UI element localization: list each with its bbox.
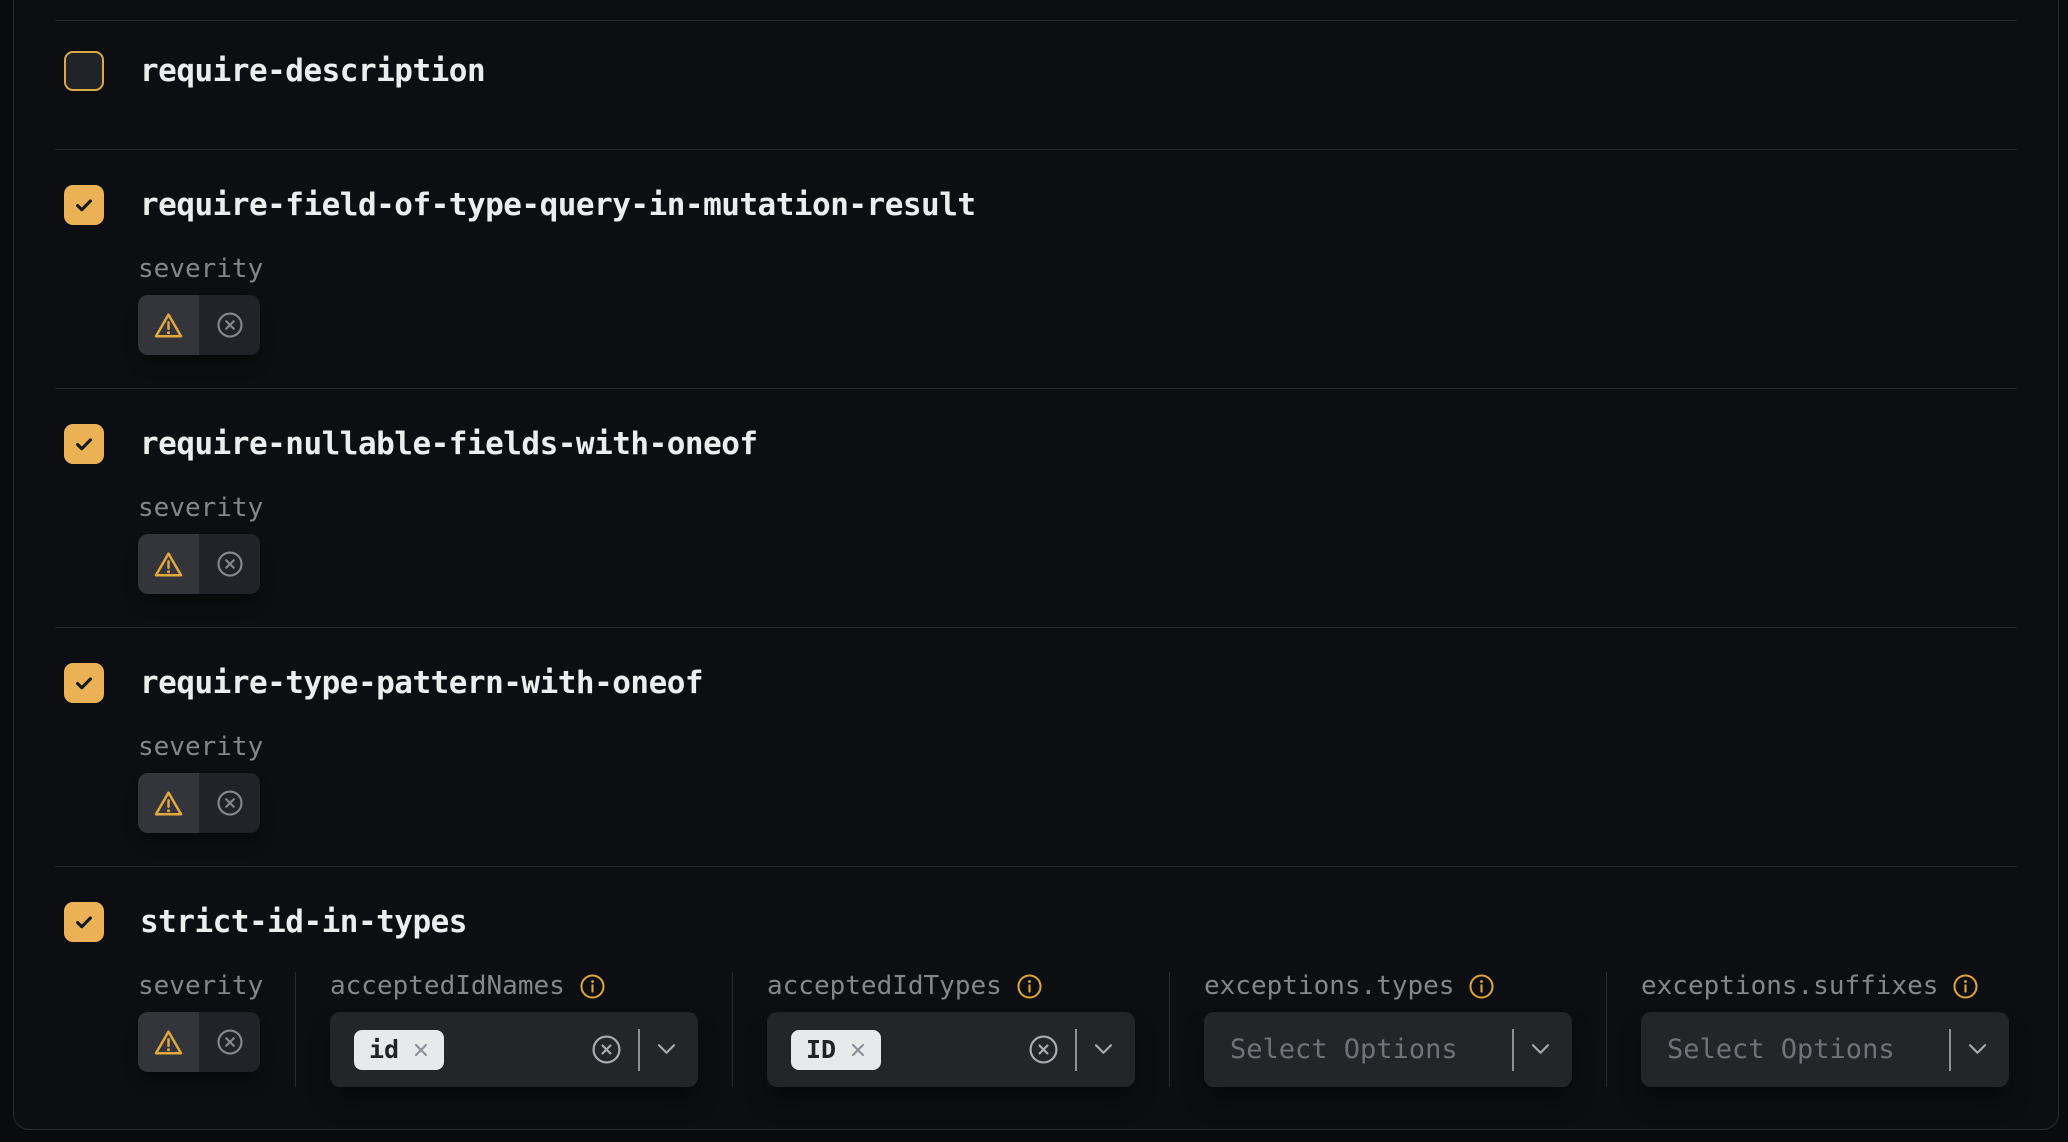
severity-warning-button[interactable] — [138, 534, 199, 594]
rule-title: require-description — [140, 53, 485, 89]
field-divider — [1949, 1029, 1951, 1071]
chip-label: id — [369, 1035, 399, 1064]
severity-error-button[interactable] — [199, 773, 260, 833]
warning-icon — [153, 549, 184, 580]
chevron-down-icon — [1529, 1042, 1552, 1057]
exceptions-types-select[interactable]: Select Options — [1204, 1012, 1572, 1087]
acceptedIdTypes-multiselect[interactable]: ID — [767, 1012, 1135, 1087]
option-label: acceptedIdTypes — [767, 971, 1002, 1001]
exceptions-suffixes-select[interactable]: Select Options — [1641, 1012, 2009, 1087]
severity-error-button[interactable] — [199, 1012, 260, 1072]
dropdown-open-button[interactable] — [1092, 1042, 1115, 1057]
info-icon[interactable] — [1468, 973, 1495, 1000]
select-placeholder: Select Options — [1230, 1034, 1458, 1065]
severity-error-button[interactable] — [199, 534, 260, 594]
severity-toggle — [138, 295, 260, 355]
severity-label: severity — [138, 255, 2017, 283]
clear-all-button[interactable] — [1027, 1033, 1060, 1066]
warning-icon — [153, 788, 184, 819]
dropdown-open-button[interactable] — [1966, 1042, 1989, 1057]
circle-x-icon — [215, 549, 245, 579]
rules-panel: require-description require-field-of-typ… — [13, 0, 2059, 1130]
severity-warning-button[interactable] — [138, 295, 199, 355]
rule-checkbox[interactable] — [64, 902, 104, 942]
circle-x-icon — [590, 1033, 623, 1066]
rule-row-require-description: require-description — [55, 20, 2017, 149]
severity-toggle — [138, 534, 260, 594]
option-column-exceptions-suffixes: exceptions.suffixes Select Options — [1606, 972, 2009, 1087]
checkmark-icon — [73, 672, 95, 694]
option-column-severity: severity — [138, 972, 261, 1087]
info-icon[interactable] — [579, 973, 606, 1000]
rule-title: require-field-of-type-query-in-mutation-… — [140, 187, 976, 223]
rule-title: require-nullable-fields-with-oneof — [140, 426, 758, 462]
option-label: exceptions.types — [1204, 971, 1454, 1001]
severity-label: severity — [138, 494, 2017, 522]
chip-remove-icon[interactable] — [411, 1040, 431, 1060]
circle-x-icon — [215, 788, 245, 818]
chip-id: id — [354, 1030, 444, 1070]
option-column-exceptions-types: exceptions.types Select Options — [1169, 972, 1572, 1087]
clear-all-button[interactable] — [590, 1033, 623, 1066]
chip-ID: ID — [791, 1030, 881, 1070]
chip-remove-icon[interactable] — [848, 1040, 868, 1060]
circle-x-icon — [1027, 1033, 1060, 1066]
info-icon[interactable] — [1016, 973, 1043, 1000]
severity-toggle — [138, 773, 260, 833]
circle-x-icon — [215, 310, 245, 340]
circle-x-icon — [215, 1027, 245, 1057]
rule-title: strict-id-in-types — [140, 904, 467, 940]
rule-title: require-type-pattern-with-oneof — [140, 665, 703, 701]
chevron-down-icon — [1966, 1042, 1989, 1057]
rule-checkbox[interactable] — [64, 424, 104, 464]
info-icon[interactable] — [1952, 973, 1979, 1000]
checkmark-icon — [73, 194, 95, 216]
option-label: exceptions.suffixes — [1641, 971, 1938, 1001]
field-divider — [1075, 1029, 1077, 1071]
severity-error-button[interactable] — [199, 295, 260, 355]
rule-row-require-type-pattern-with-oneof: require-type-pattern-with-oneof severity — [55, 627, 2017, 866]
rule-row-require-nullable-fields-with-oneof: require-nullable-fields-with-oneof sever… — [55, 388, 2017, 627]
severity-label: severity — [138, 733, 2017, 761]
severity-warning-button[interactable] — [138, 1012, 199, 1072]
severity-warning-button[interactable] — [138, 773, 199, 833]
severity-toggle — [138, 1012, 260, 1072]
option-column-acceptedIdNames: acceptedIdNames id — [295, 972, 698, 1087]
checkmark-icon — [73, 433, 95, 455]
field-divider — [638, 1029, 640, 1071]
warning-icon — [153, 1027, 184, 1058]
chip-label: ID — [806, 1035, 836, 1064]
rule-checkbox[interactable] — [64, 51, 104, 91]
chevron-down-icon — [655, 1042, 678, 1057]
select-placeholder: Select Options — [1667, 1034, 1895, 1065]
option-label: acceptedIdNames — [330, 971, 565, 1001]
dropdown-open-button[interactable] — [655, 1042, 678, 1057]
field-divider — [1512, 1029, 1514, 1071]
chevron-down-icon — [1092, 1042, 1115, 1057]
rule-checkbox[interactable] — [64, 185, 104, 225]
option-column-acceptedIdTypes: acceptedIdTypes ID — [732, 972, 1135, 1087]
warning-icon — [153, 310, 184, 341]
acceptedIdNames-multiselect[interactable]: id — [330, 1012, 698, 1087]
checkmark-icon — [73, 911, 95, 933]
dropdown-open-button[interactable] — [1529, 1042, 1552, 1057]
severity-label: severity — [138, 972, 261, 1000]
rule-row-strict-id-in-types: strict-id-in-types severity — [55, 866, 2017, 1087]
rule-checkbox[interactable] — [64, 663, 104, 703]
rule-row-require-field-of-type-query-in-mutation-result: require-field-of-type-query-in-mutation-… — [55, 149, 2017, 388]
